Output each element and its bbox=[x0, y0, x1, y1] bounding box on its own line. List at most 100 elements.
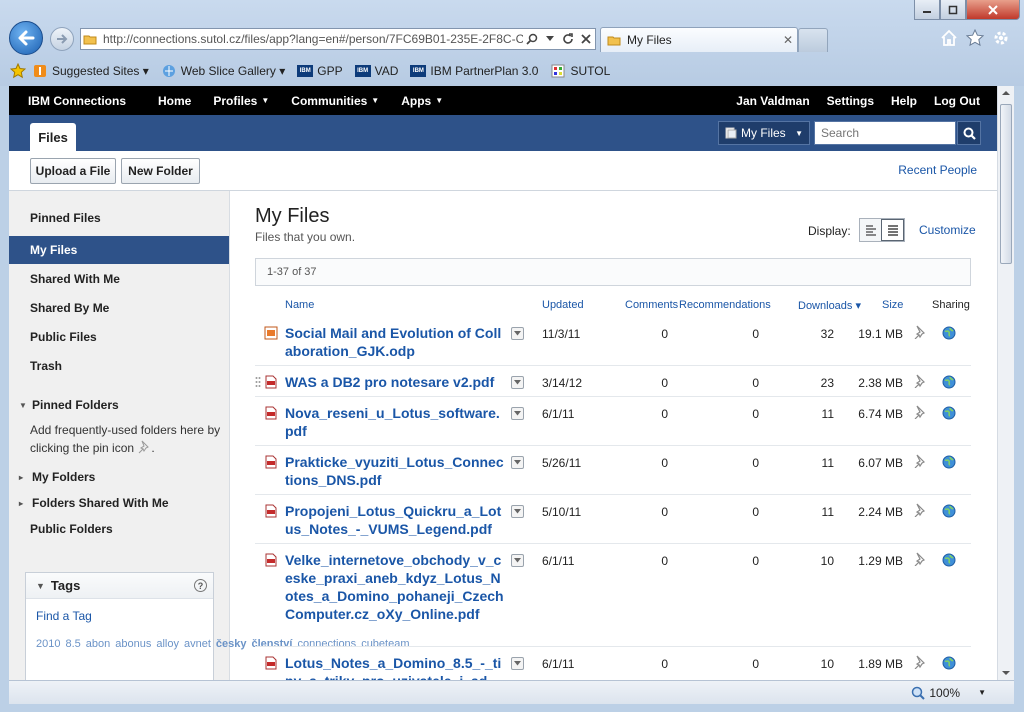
file-name-link[interactable]: WAS a DB2 pro notesare v2.pdf bbox=[285, 373, 507, 391]
file-actions-dropdown[interactable] bbox=[511, 554, 524, 567]
refresh-icon[interactable] bbox=[559, 29, 577, 49]
tag-link[interactable]: 8.5 bbox=[65, 638, 80, 650]
sidebar-item-my-files[interactable]: My Files bbox=[9, 236, 229, 264]
tags-header[interactable]: ▼ Tags ? bbox=[26, 573, 213, 599]
favorite-suggested-sites[interactable]: Suggested Sites ▾ bbox=[32, 64, 149, 78]
search-scope-dropdown[interactable]: My Files ▼ bbox=[718, 121, 810, 145]
help-icon[interactable]: ? bbox=[194, 579, 207, 592]
file-name-link[interactable]: Propojeni_Lotus_Quickru_a_Lotus_Notes_-_… bbox=[285, 502, 507, 538]
public-globe-icon[interactable] bbox=[942, 504, 956, 518]
col-size[interactable]: Size bbox=[882, 299, 903, 311]
col-updated[interactable]: Updated bbox=[542, 299, 584, 311]
tag-link[interactable]: abon bbox=[86, 638, 110, 650]
logout-link[interactable]: Log Out bbox=[934, 94, 980, 108]
favorite-ibm-partnerplan[interactable]: IBM IBM PartnerPlan 3.0 bbox=[410, 64, 538, 78]
file-actions-dropdown[interactable] bbox=[511, 657, 524, 670]
find-tag-link[interactable]: Find a Tag bbox=[36, 609, 213, 623]
col-recommendations[interactable]: Recommendations bbox=[679, 299, 771, 311]
file-actions-dropdown[interactable] bbox=[511, 505, 524, 518]
home-icon[interactable] bbox=[940, 29, 958, 47]
pin-icon[interactable] bbox=[912, 405, 926, 419]
search-button[interactable] bbox=[957, 121, 981, 145]
public-globe-icon[interactable] bbox=[942, 406, 956, 420]
list-view-button[interactable] bbox=[881, 219, 904, 241]
file-name-link[interactable]: Velke_internetove_obchody_v_ceske_praxi_… bbox=[285, 551, 507, 623]
pinned-folders-section[interactable]: ▼ Pinned Folders bbox=[19, 398, 119, 412]
vertical-scrollbar[interactable] bbox=[997, 86, 1014, 680]
user-name-link[interactable]: Jan Valdman bbox=[736, 94, 809, 108]
file-name-link[interactable]: Prakticke_vyuziti_Lotus_Connections_DNS.… bbox=[285, 453, 507, 489]
pin-icon[interactable] bbox=[912, 374, 926, 388]
scroll-thumb[interactable] bbox=[1000, 104, 1012, 264]
col-name[interactable]: Name bbox=[285, 299, 314, 311]
scroll-down-icon[interactable] bbox=[998, 666, 1014, 680]
favorites-star-icon[interactable] bbox=[966, 29, 984, 47]
public-folders-link[interactable]: Public Folders bbox=[30, 522, 113, 536]
file-actions-dropdown[interactable] bbox=[511, 456, 524, 469]
tab-files[interactable]: Files bbox=[30, 123, 76, 151]
col-downloads[interactable]: Downloads ▾ bbox=[798, 299, 861, 312]
table-row[interactable]: Nova_reseni_u_Lotus_software.pdf 6/1/11 0 0… bbox=[255, 397, 971, 446]
minimize-icon[interactable] bbox=[914, 0, 940, 20]
sidebar-item-pinned-files[interactable]: Pinned Files bbox=[9, 204, 229, 232]
tag-link[interactable]: 2010 bbox=[36, 638, 60, 650]
table-row[interactable]: Lotus_Notes_a_Domino_8.5_-_tipy_a_triky_… bbox=[255, 647, 971, 680]
zoom-dropdown-icon[interactable]: ▼ bbox=[978, 688, 986, 697]
pin-icon[interactable] bbox=[912, 503, 926, 517]
pin-icon[interactable] bbox=[912, 552, 926, 566]
close-window-icon[interactable] bbox=[966, 0, 1020, 20]
settings-gear-icon[interactable] bbox=[992, 29, 1010, 47]
brand-logo[interactable]: IBM Connections bbox=[28, 94, 126, 108]
table-row[interactable]: Velke_internetove_obchody_v_ceske_praxi_… bbox=[255, 544, 971, 647]
file-actions-dropdown[interactable] bbox=[511, 376, 524, 389]
tag-link[interactable]: alloy bbox=[156, 638, 179, 650]
table-row[interactable]: WAS a DB2 pro notesare v2.pdf 3/14/12 0 0 23… bbox=[255, 366, 971, 397]
browser-tab[interactable]: My Files ✕ bbox=[600, 27, 798, 52]
sidebar-item-trash[interactable]: Trash bbox=[9, 352, 229, 380]
new-folder-button[interactable]: New Folder bbox=[121, 158, 200, 184]
scroll-up-icon[interactable] bbox=[998, 86, 1014, 100]
address-bar[interactable]: http://connections.sutol.cz/files/app?la… bbox=[80, 28, 596, 50]
favorites-center-icon[interactable] bbox=[10, 62, 26, 79]
table-row[interactable]: Prakticke_vyuziti_Lotus_Connections_DNS.… bbox=[255, 446, 971, 495]
file-actions-dropdown[interactable] bbox=[511, 407, 524, 420]
sidebar-item-shared-with-me[interactable]: Shared With Me bbox=[9, 265, 229, 293]
new-tab-button[interactable] bbox=[798, 28, 828, 52]
sidebar-item-public-files[interactable]: Public Files bbox=[9, 323, 229, 351]
table-row[interactable]: Social Mail and Evolution of Collaborati… bbox=[255, 317, 971, 366]
back-button[interactable] bbox=[9, 21, 43, 55]
nav-apps[interactable]: Apps ▼ bbox=[401, 94, 443, 108]
stop-icon[interactable] bbox=[577, 29, 595, 49]
public-globe-icon[interactable] bbox=[942, 656, 956, 670]
public-globe-icon[interactable] bbox=[942, 326, 956, 340]
customize-link[interactable]: Customize bbox=[919, 223, 976, 237]
help-link[interactable]: Help bbox=[891, 94, 917, 108]
favorite-vad[interactable]: IBM VAD bbox=[354, 64, 398, 78]
pin-icon[interactable] bbox=[912, 325, 926, 339]
table-row[interactable]: Propojeni_Lotus_Quickru_a_Lotus_Notes_-_… bbox=[255, 495, 971, 544]
tag-link[interactable]: avnet bbox=[184, 638, 211, 650]
address-search-icon[interactable] bbox=[523, 29, 541, 49]
nav-profiles[interactable]: Profiles ▼ bbox=[213, 94, 269, 108]
file-name-link[interactable]: Lotus_Notes_a_Domino_8.5_-_tipy_a_triky_… bbox=[285, 654, 507, 680]
drag-handle-icon[interactable] bbox=[255, 376, 261, 390]
my-folders-section[interactable]: ▸ My Folders bbox=[19, 470, 95, 484]
settings-link[interactable]: Settings bbox=[827, 94, 874, 108]
favorite-gpp[interactable]: IBM GPP bbox=[297, 64, 343, 78]
col-comments[interactable]: Comments bbox=[625, 299, 678, 311]
public-globe-icon[interactable] bbox=[942, 455, 956, 469]
public-globe-icon[interactable] bbox=[942, 375, 956, 389]
folders-shared-section[interactable]: ▸ Folders Shared With Me bbox=[19, 496, 169, 510]
favorite-sutol[interactable]: SUTOL bbox=[550, 64, 610, 78]
address-dropdown-icon[interactable] bbox=[541, 29, 559, 49]
forward-button[interactable] bbox=[50, 27, 74, 51]
search-input[interactable] bbox=[814, 121, 956, 145]
recent-people-link[interactable]: Recent People bbox=[898, 163, 977, 177]
tag-link[interactable]: abonus bbox=[115, 638, 151, 650]
nav-home[interactable]: Home bbox=[158, 94, 191, 108]
sidebar-item-shared-by-me[interactable]: Shared By Me bbox=[9, 294, 229, 322]
file-name-link[interactable]: Nova_reseni_u_Lotus_software.pdf bbox=[285, 404, 507, 440]
nav-communities[interactable]: Communities ▼ bbox=[291, 94, 379, 108]
upload-file-button[interactable]: Upload a File bbox=[30, 158, 116, 184]
summary-view-button[interactable] bbox=[860, 219, 881, 241]
